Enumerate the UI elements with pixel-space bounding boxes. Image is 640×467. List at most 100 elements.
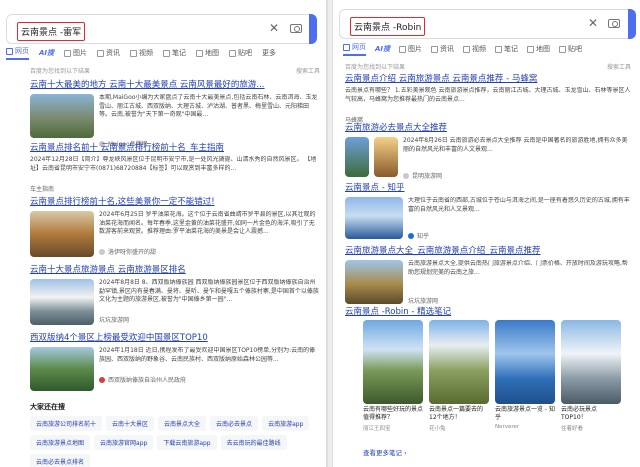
related-search-chip[interactable]: 下载云南旅游app [157,435,217,450]
search-box[interactable]: 云南景点 -Robin ✕ [339,9,636,39]
result-source[interactable]: 西双版纳傣族自治州人民政府 [108,375,186,384]
search-button[interactable] [628,9,636,39]
note-card[interactable]: 云南必玩景点TOP10！ 住着好看 [561,320,621,432]
related-search-chip[interactable]: 云南旅游景点地图 [30,435,91,450]
web-icon [6,47,13,55]
search-result: 西双版纳4个景区上榜最受欢迎中国景区TOP10 2024年1月18日 近日,携程… [30,333,320,391]
tab-map[interactable]: 地图 [527,42,550,56]
result-title-link[interactable]: 云南景点排行榜前十名,这些美景你一定不能错过! [30,197,320,208]
search-result: 云南旅游景点大全_云南旅游景点介绍_云南景点推荐 云南旅游景点大全,提供云南热门… [345,246,631,305]
tieba-icon [559,45,567,53]
note-title[interactable]: 云南必玩景点TOP10！ [561,406,621,422]
tab-video[interactable]: 视频 [130,46,153,60]
related-search-chip[interactable]: 云南旅游官网app [94,435,154,450]
result-thumbnail[interactable] [374,137,398,177]
news-icon [431,45,439,53]
result-thumbnail[interactable] [30,94,94,138]
close-icon[interactable]: ✕ [269,21,279,35]
search-tools-link[interactable]: 搜索工具 [296,66,320,75]
result-source[interactable]: 坑坑旅游网 [99,315,129,324]
tieba-icon [229,49,237,57]
tab-images[interactable]: 图片 [399,42,422,56]
result-thumbnail[interactable] [345,260,403,304]
tab-web[interactable]: 网页 [6,46,29,60]
related-search-chip[interactable]: 云南旅游app [262,416,310,431]
notes-icon [495,45,503,53]
result-snippet: 2024年6月25日 罗平油菜花海。这个位于云南省曲靖市罗平县的景区,以其壮观的… [99,211,316,235]
tab-tieba[interactable]: 贴吧 [229,46,252,60]
notes-carousel: 云南有哪些好玩的景点值得推荐？ 丽江王四宝 云南景点一篇要去的12个地方！ 花小… [363,320,621,432]
search-query[interactable]: 云南景点 -Robin [350,17,426,36]
search-query[interactable]: 云南景点 -雷军 [17,22,86,41]
tab-map[interactable]: 地图 [196,46,219,60]
result-source[interactable]: 洛伊呀你盛开的甜 [108,247,156,256]
tab-notes[interactable]: 笔记 [495,42,518,56]
tab-ai[interactable]: AI搜 [375,42,390,56]
result-source[interactable]: 坑坑旅游网 [408,296,438,305]
related-search-chip[interactable]: 云南必去景点 [210,416,259,431]
more-notes-link[interactable]: 查看更多笔记 › [363,447,407,457]
note-image[interactable] [429,320,489,404]
note-author: 住着好看 [561,426,584,432]
tab-news[interactable]: 资讯 [97,46,120,60]
camera-icon[interactable] [608,19,620,28]
tab-video[interactable]: 视频 [463,42,486,56]
related-search-chip[interactable]: 去云南玩的最佳路线 [220,435,287,450]
result-title-link[interactable]: 西双版纳4个景区上榜最受欢迎中国景区TOP10 [30,333,320,344]
result-thumbnail[interactable] [345,137,369,177]
note-title[interactable]: 云南景点一篇要去的12个地方！ [429,406,489,422]
search-result: 云南景点 - 知乎 大理位于云南省的西部,古城位于苍山与洱海之间,是一座有着悠久… [345,183,631,240]
result-title-link[interactable]: 云南景点介绍 云南旅游景点 云南景点推荐 - 马蜂窝 [345,74,631,85]
related-searches: 大家还在搜 云南旅游公司排名前十 云南十大景区 云南景点大全 云南必去景点 云南… [30,402,320,467]
result-title-link[interactable]: 云南景点排名前十 云南景点排行榜前十名_车主指南 [30,143,320,154]
note-card[interactable]: 云南景点一篇要去的12个地方！ 花小兔 [429,320,489,432]
search-result: 云南景点排名前十 云南景点排行榜前十名_车主指南 2024年12月28日【简介】… [30,143,320,193]
related-search-chip[interactable]: 云南十大景区 [106,416,155,431]
search-result: 云南十大景点旅游景点 云南旅游景区排名 2024年8月8日 8、西双版纳傣族园 … [30,265,320,325]
note-card[interactable]: 云南旅游景点一览 - 知乎 Nerverer [495,320,555,432]
tab-web[interactable]: 网页 [343,42,366,56]
tab-ai[interactable]: AI搜 [39,46,54,60]
search-box[interactable]: 云南景点 -雷军 ✕ [6,14,317,44]
tab-notes[interactable]: 笔记 [163,46,186,60]
result-title-link[interactable]: 云南十大最美的地方 云南十大最美景点 云南风景最好的旅游... [30,80,320,91]
result-source[interactable]: 昆明旅游网 [412,171,442,180]
notes-section-title[interactable]: 云南景点 -Robin - 精选笔记 [345,307,631,318]
note-image[interactable] [561,320,621,404]
search-result: 云南旅游必去景点大全推荐 2024年8月26日 云南旅游必去景点大全推荐 云南是… [345,123,631,180]
result-source[interactable]: 车主指南 [30,184,54,193]
result-title-link[interactable]: 云南十大景点旅游景点 云南旅游景区排名 [30,265,320,276]
result-thumbnail[interactable] [30,347,94,391]
tab-tieba[interactable]: 贴吧 [559,42,582,56]
search-button[interactable] [309,14,317,44]
result-snippet: 本期,MaiGoo小编为大家盘点了云南十大最美景点,包括云南石林、云南洱海、玉龙… [99,94,318,118]
tab-images[interactable]: 图片 [64,46,87,60]
result-count-note: 百度为您找到以下结果 搜索工具 [345,62,631,71]
result-title-link[interactable]: 云南旅游景点大全_云南旅游景点介绍_云南景点推荐 [345,246,631,257]
related-search-chip[interactable]: 云南景点大全 [158,416,207,431]
result-thumbnail[interactable] [30,279,94,325]
related-searches-title: 大家还在搜 [30,403,65,411]
result-title-link[interactable]: 云南旅游必去景点大全推荐 [345,123,631,134]
note-title[interactable]: 云南旅游景点一览 - 知乎 [495,406,555,422]
result-note-text: 百度为您找到以下结果 [30,68,91,75]
video-icon [130,49,138,57]
tab-news[interactable]: 资讯 [431,42,454,56]
close-icon[interactable]: ✕ [588,16,598,30]
note-card[interactable]: 云南有哪些好玩的景点值得推荐？ 丽江王四宝 [363,320,423,432]
search-result: 云南景点介绍 云南旅游景点 云南景点推荐 - 马蜂窝 云南景点有哪些？ 1.五彩… [345,74,631,124]
note-title[interactable]: 云南有哪些好玩的景点值得推荐？ [363,406,423,422]
camera-icon[interactable] [290,24,302,33]
search-tools-link[interactable]: 搜索工具 [607,62,631,71]
result-source[interactable]: 知乎 [417,231,429,240]
result-thumbnail[interactable] [345,197,403,239]
related-search-chip[interactable]: 云南旅游公司排名前十 [30,416,103,431]
result-snippet: 大理位于云南省的西部,古城位于苍山与洱海之间,是一座有着悠久历史的古城,拥有丰富… [408,197,630,213]
result-count-note: 百度为您找到以下结果 搜索工具 [30,66,320,75]
result-thumbnail[interactable] [30,211,94,257]
tab-more[interactable]: 更多 [262,46,276,60]
result-title-link[interactable]: 云南景点 - 知乎 [345,183,631,194]
note-image[interactable] [495,320,555,404]
related-search-chip[interactable]: 云南必去景点排名 [30,454,91,467]
note-image[interactable] [363,320,423,404]
